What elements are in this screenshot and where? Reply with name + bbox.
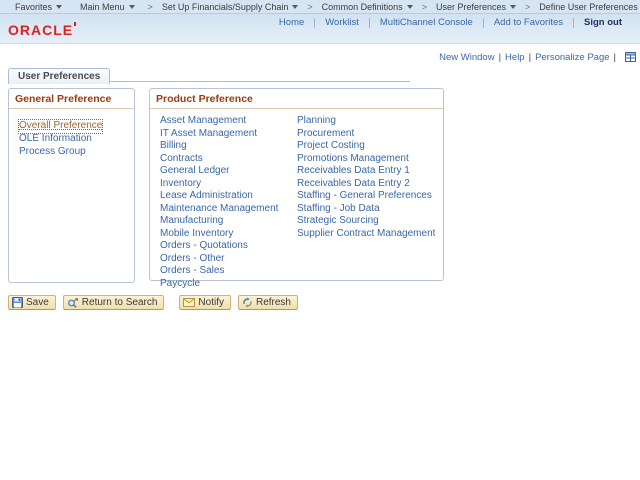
breadcrumb-setup-financials[interactable]: Set Up Financials/Supply Chain xyxy=(155,2,306,12)
breadcrumb-label: Define User Preferences xyxy=(539,2,638,12)
link-lease-administration[interactable]: Lease Administration xyxy=(160,190,297,203)
help-link[interactable]: Help xyxy=(505,52,525,63)
new-window-link[interactable]: New Window xyxy=(439,52,494,63)
button-label: Notify xyxy=(198,297,224,308)
sign-out-link[interactable]: Sign out xyxy=(574,17,632,28)
button-label: Refresh xyxy=(256,297,291,308)
breadcrumb-current-page: Define User Preferences xyxy=(532,2,640,12)
link-orders-quotations[interactable]: Orders - Quotations xyxy=(160,240,297,253)
refresh-arrows-icon xyxy=(242,297,253,308)
chevron-down-icon xyxy=(292,5,298,9)
breadcrumb-user-preferences[interactable]: User Preferences xyxy=(429,2,523,12)
home-link[interactable]: Home xyxy=(269,17,314,28)
notify-button[interactable]: Notify xyxy=(179,295,231,310)
divider: | xyxy=(610,52,620,63)
link-promotions-management[interactable]: Promotions Management xyxy=(297,153,439,166)
content-area: General Preference Overall Preference OL… xyxy=(8,88,640,283)
envelope-icon xyxy=(183,298,195,307)
return-to-search-button[interactable]: Return to Search xyxy=(63,295,165,310)
header-links: Home Worklist MultiChannel Console Add t… xyxy=(269,17,632,28)
link-it-asset-management[interactable]: IT Asset Management xyxy=(160,128,297,141)
personalize-page-link[interactable]: Personalize Page xyxy=(535,52,609,63)
breadcrumb-chevron-icon: > xyxy=(523,2,532,12)
general-preference-list: Overall Preference OLE Information Proce… xyxy=(9,109,134,158)
worklist-link[interactable]: Worklist xyxy=(315,17,369,28)
breadcrumb-label: Common Definitions xyxy=(322,2,403,12)
tab-strip: User Preferences xyxy=(8,66,410,82)
link-receivables-data-entry-2[interactable]: Receivables Data Entry 2 xyxy=(297,178,439,191)
link-orders-sales[interactable]: Orders - Sales xyxy=(160,265,297,278)
personalize-grid-icon[interactable] xyxy=(625,52,636,62)
link-manufacturing[interactable]: Manufacturing xyxy=(160,215,297,228)
breadcrumb-main-menu[interactable]: Main Menu xyxy=(73,2,142,12)
save-button[interactable]: Save xyxy=(8,295,56,310)
product-preference-panel: Product Preference Asset Management IT A… xyxy=(149,88,444,281)
breadcrumb-label: Favorites xyxy=(15,2,52,12)
breadcrumb-label: Main Menu xyxy=(80,2,125,12)
tab-user-preferences[interactable]: User Preferences xyxy=(8,68,110,84)
link-overall-preference[interactable]: Overall Preference xyxy=(19,120,102,133)
link-contracts[interactable]: Contracts xyxy=(160,153,297,166)
divider: | xyxy=(495,52,505,63)
link-strategic-sourcing[interactable]: Strategic Sourcing xyxy=(297,215,439,228)
add-to-favorites-link[interactable]: Add to Favorites xyxy=(484,17,573,28)
button-label: Return to Search xyxy=(82,297,158,308)
breadcrumb: Favorites Main Menu > Set Up Financials/… xyxy=(0,0,640,14)
breadcrumb-common-definitions[interactable]: Common Definitions xyxy=(315,2,420,12)
trademark-mark xyxy=(74,22,76,26)
link-inventory[interactable]: Inventory xyxy=(160,178,297,191)
link-orders-other[interactable]: Orders - Other xyxy=(160,253,297,266)
button-label: Save xyxy=(26,297,49,308)
divider: | xyxy=(525,52,535,63)
header-band: ORACLE Home Worklist MultiChannel Consol… xyxy=(0,14,640,44)
link-receivables-data-entry-1[interactable]: Receivables Data Entry 1 xyxy=(297,165,439,178)
panel-title: General Preference xyxy=(9,89,134,109)
action-toolbar: Save Return to Search Notify Refresh xyxy=(8,295,640,310)
breadcrumb-chevron-icon: > xyxy=(305,2,314,12)
chevron-down-icon xyxy=(56,5,62,9)
link-staffing-job-data[interactable]: Staffing - Job Data xyxy=(297,203,439,216)
floppy-disk-icon xyxy=(12,297,23,308)
link-procurement[interactable]: Procurement xyxy=(297,128,439,141)
link-paycycle[interactable]: Paycycle xyxy=(160,278,297,291)
multichannel-console-link[interactable]: MultiChannel Console xyxy=(370,17,483,28)
refresh-button[interactable]: Refresh xyxy=(238,295,298,310)
chevron-down-icon xyxy=(129,5,135,9)
chevron-down-icon xyxy=(510,5,516,9)
general-preference-panel: General Preference Overall Preference OL… xyxy=(8,88,135,283)
link-mobile-inventory[interactable]: Mobile Inventory xyxy=(160,228,297,241)
link-ole-information[interactable]: OLE Information xyxy=(19,133,130,146)
link-billing[interactable]: Billing xyxy=(160,140,297,153)
panel-title: Product Preference xyxy=(150,89,443,109)
chevron-down-icon xyxy=(407,5,413,9)
link-staffing-general-preferences[interactable]: Staffing - General Preferences xyxy=(297,190,439,203)
breadcrumb-chevron-icon: > xyxy=(146,2,155,12)
link-supplier-contract-management[interactable]: Supplier Contract Management xyxy=(297,228,439,241)
link-process-group[interactable]: Process Group xyxy=(19,146,130,159)
link-general-ledger[interactable]: General Ledger xyxy=(160,165,297,178)
link-asset-management[interactable]: Asset Management xyxy=(160,115,297,128)
oracle-logo: ORACLE xyxy=(8,22,76,38)
breadcrumb-label: Set Up Financials/Supply Chain xyxy=(162,2,289,12)
link-maintenance-management[interactable]: Maintenance Management xyxy=(160,203,297,216)
link-project-costing[interactable]: Project Costing xyxy=(297,140,439,153)
breadcrumb-label: User Preferences xyxy=(436,2,506,12)
product-preference-list: Asset Management IT Asset Management Bil… xyxy=(150,109,443,290)
link-planning[interactable]: Planning xyxy=(297,115,439,128)
breadcrumb-favorites[interactable]: Favorites xyxy=(8,2,69,12)
product-column-1: Asset Management IT Asset Management Bil… xyxy=(160,115,297,290)
magnifier-return-icon xyxy=(67,297,79,308)
product-column-2: Planning Procurement Project Costing Pro… xyxy=(297,115,439,290)
breadcrumb-chevron-icon: > xyxy=(420,2,429,12)
page-links-bar: New Window | Help | Personalize Page | xyxy=(0,44,640,64)
